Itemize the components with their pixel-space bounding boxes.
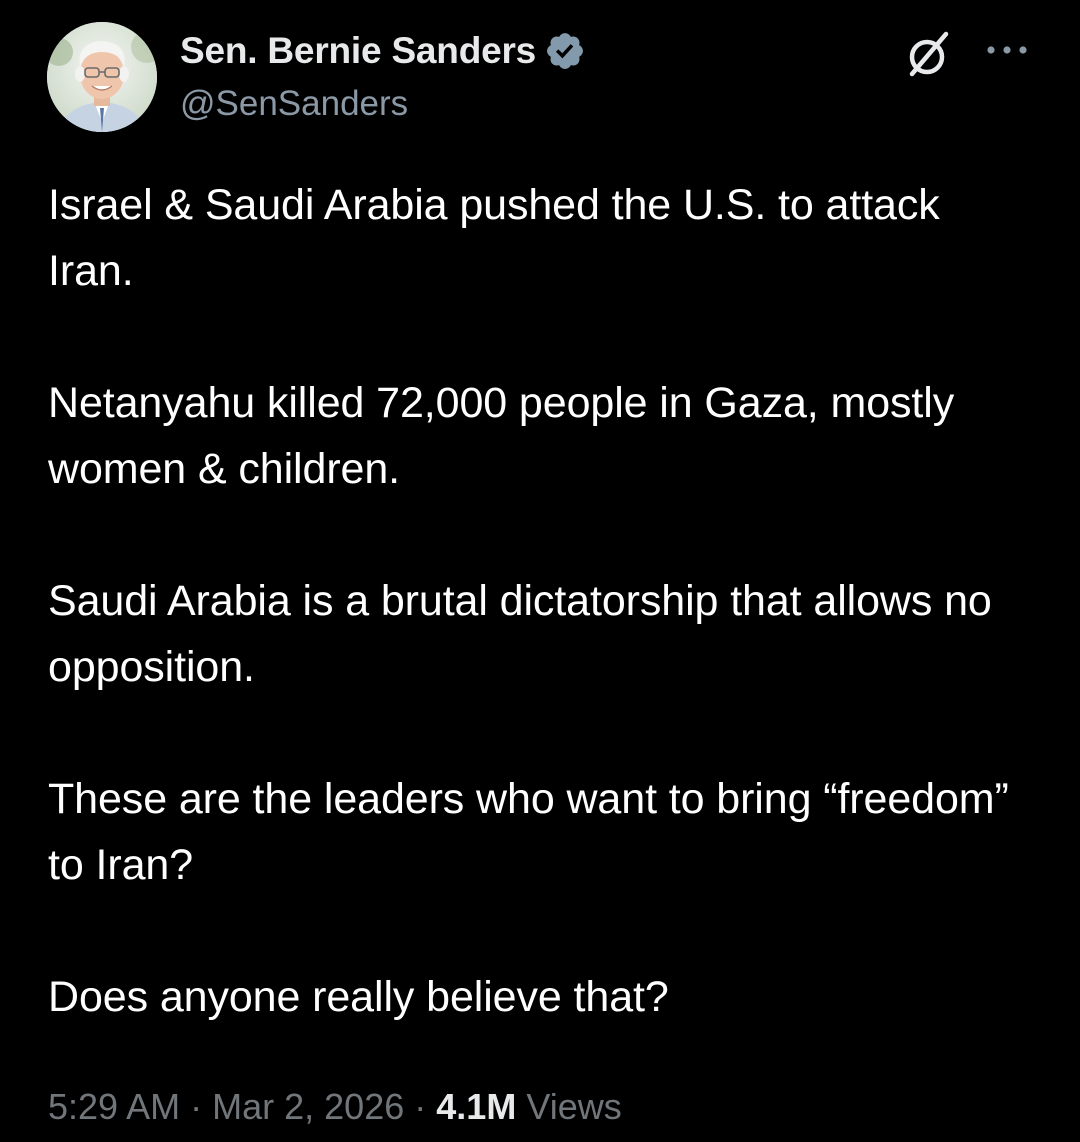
tweet-paragraph: Israel & Saudi Arabia pushed the U.S. to…: [48, 181, 940, 295]
tweet-meta: 5:29 AM · Mar 2, 2026 · 4.1M Views: [48, 1082, 622, 1132]
tweet-text: Israel & Saudi Arabia pushed the U.S. to…: [48, 172, 1028, 1030]
author-handle[interactable]: @SenSanders: [180, 84, 408, 124]
tweet-card: Sen. Bernie Sanders @SenSanders Israel &…: [0, 0, 1080, 1142]
tweet-paragraph: Netanyahu killed 72,000 people in Gaza, …: [48, 379, 955, 493]
tweet-date[interactable]: Mar 2, 2026: [212, 1086, 404, 1127]
verified-badge-icon: [547, 33, 584, 69]
grok-icon[interactable]: [900, 26, 958, 84]
views-label[interactable]: Views: [526, 1086, 621, 1127]
more-options-icon[interactable]: [984, 38, 1030, 62]
tweet-paragraph: Does anyone really believe that?: [48, 973, 669, 1021]
meta-separator: ·: [414, 1086, 427, 1127]
meta-separator: ·: [190, 1086, 203, 1127]
avatar-image: [47, 22, 157, 132]
tweet-paragraph: These are the leaders who want to bring …: [48, 775, 1009, 889]
avatar[interactable]: [47, 22, 157, 132]
tweet-time[interactable]: 5:29 AM: [48, 1086, 180, 1127]
author-name-row[interactable]: Sen. Bernie Sanders: [180, 28, 586, 74]
views-count[interactable]: 4.1M: [436, 1086, 516, 1127]
author-display-name[interactable]: Sen. Bernie Sanders: [180, 30, 536, 72]
tweet-paragraph: Saudi Arabia is a brutal dictatorship th…: [48, 577, 992, 691]
